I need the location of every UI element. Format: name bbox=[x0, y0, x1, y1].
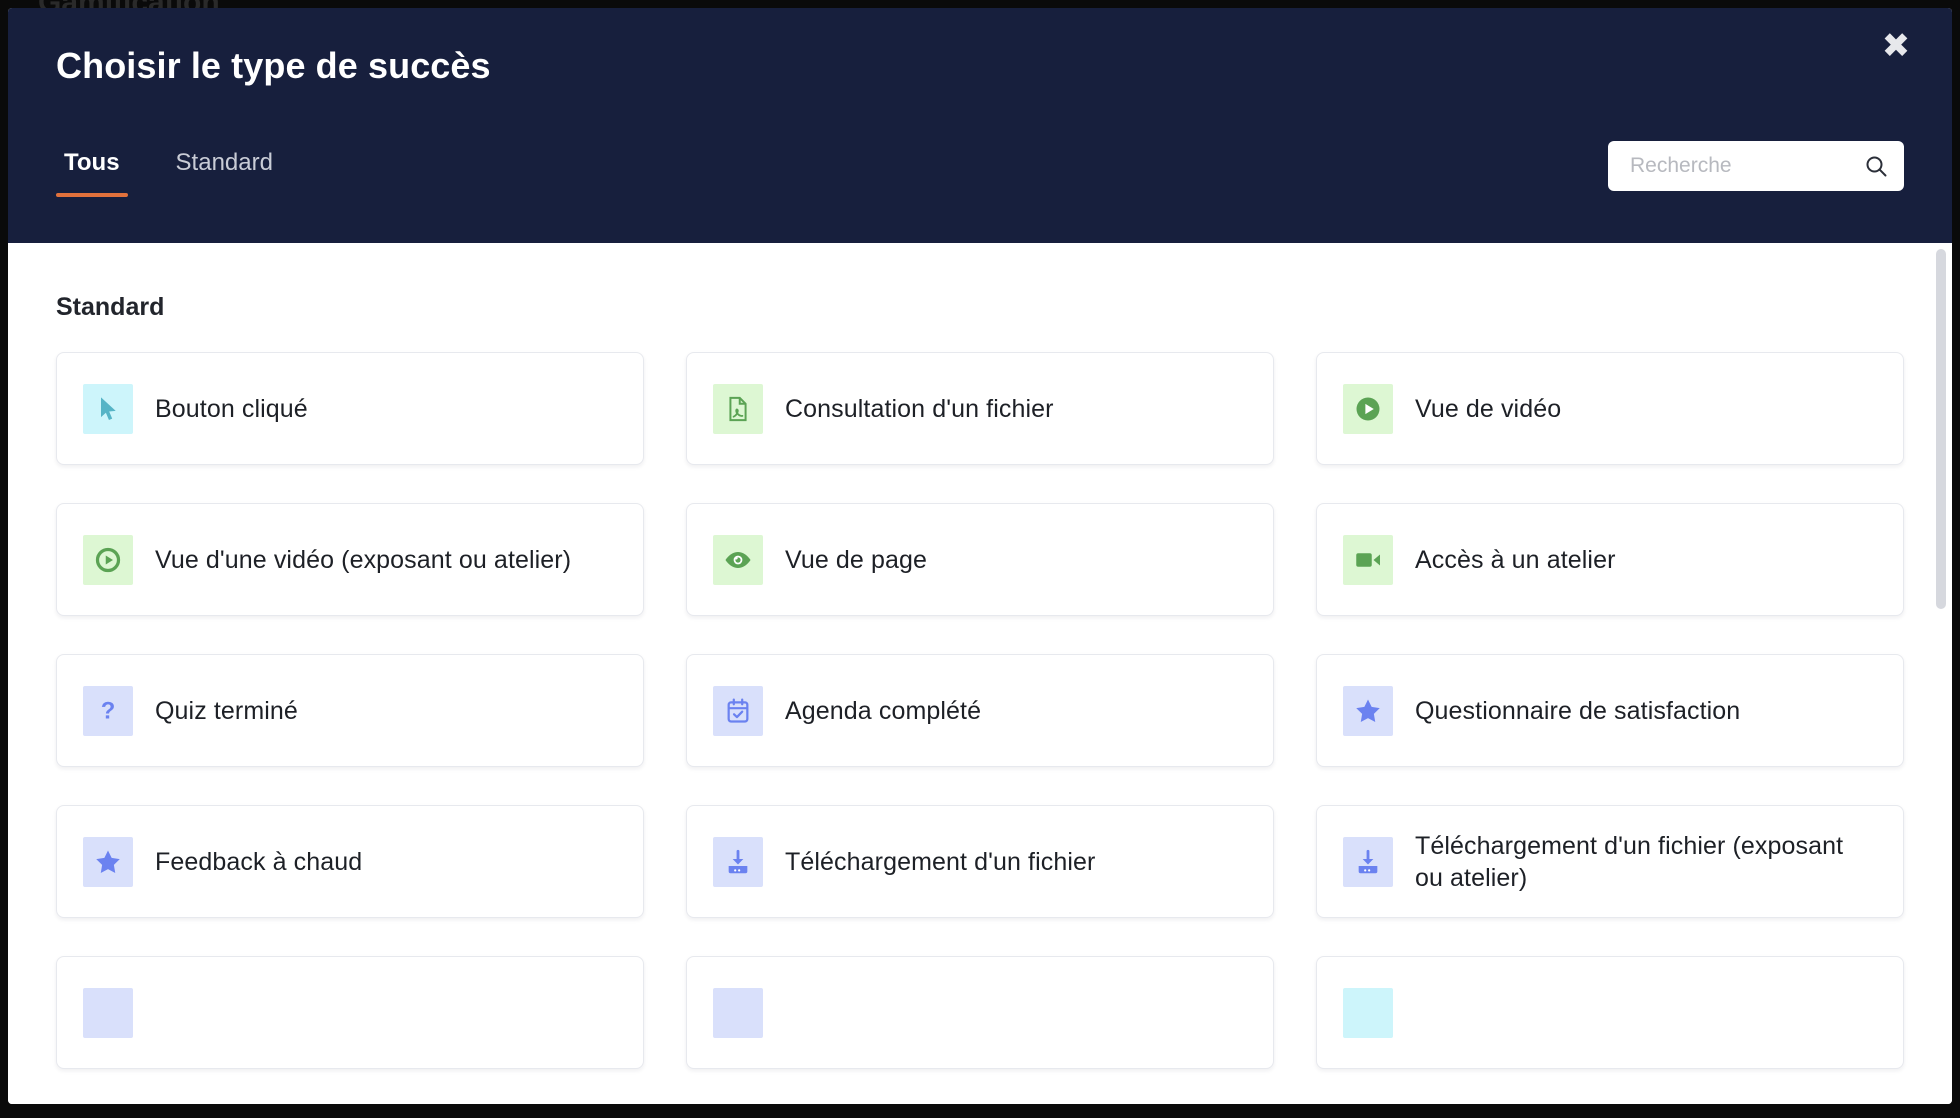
card-partial-3[interactable] bbox=[1316, 956, 1904, 1069]
card-vue-de-video[interactable]: Vue de vidéo bbox=[1316, 352, 1904, 465]
calendar-check-icon bbox=[713, 686, 763, 736]
page-title: Choisir le type de succès bbox=[56, 44, 1904, 87]
pdf-file-icon bbox=[713, 384, 763, 434]
play-outline-icon bbox=[83, 535, 133, 585]
card-acces-atelier[interactable]: Accès à un atelier bbox=[1316, 503, 1904, 616]
svg-text:?: ? bbox=[101, 697, 116, 724]
card-consultation-fichier[interactable]: Consultation d'un fichier bbox=[686, 352, 1274, 465]
search-box bbox=[1608, 141, 1904, 191]
card-partial-2[interactable] bbox=[686, 956, 1274, 1069]
card-label: Bouton cliqué bbox=[155, 393, 308, 425]
scrollbar-track[interactable] bbox=[1936, 249, 1946, 1098]
tab-standard[interactable]: Standard bbox=[168, 149, 281, 197]
card-label: Accès à un atelier bbox=[1415, 544, 1616, 576]
download-icon bbox=[713, 837, 763, 887]
card-questionnaire-satisfaction[interactable]: Questionnaire de satisfaction bbox=[1316, 654, 1904, 767]
card-label: Téléchargement d'un fichier bbox=[785, 846, 1095, 878]
card-label: Téléchargement d'un fichier (exposant ou… bbox=[1415, 830, 1877, 894]
header-bottom-row: Tous Standard bbox=[8, 135, 1952, 243]
card-telechargement-fichier-exposant-atelier[interactable]: Téléchargement d'un fichier (exposant ou… bbox=[1316, 805, 1904, 918]
search-input[interactable] bbox=[1608, 141, 1904, 191]
question-mark-icon: ? bbox=[83, 686, 133, 736]
screen: Gamification Choisir le type de succès ✖… bbox=[0, 0, 1960, 1118]
card-label: Consultation d'un fichier bbox=[785, 393, 1054, 425]
card-label: Vue de page bbox=[785, 544, 927, 576]
cursor-icon bbox=[83, 384, 133, 434]
modal-header: Choisir le type de succès ✖ Tous Standar… bbox=[8, 8, 1952, 243]
play-circle-icon bbox=[1343, 384, 1393, 434]
modal-body: Standard Bouton cliqué bbox=[8, 243, 1952, 1104]
scrollbar-thumb[interactable] bbox=[1936, 249, 1946, 609]
modal-body-inner: Standard Bouton cliqué bbox=[8, 243, 1952, 1069]
card-label: Questionnaire de satisfaction bbox=[1415, 695, 1740, 727]
card-agenda-complete[interactable]: Agenda complété bbox=[686, 654, 1274, 767]
card-label: Vue d'une vidéo (exposant ou atelier) bbox=[155, 544, 571, 576]
eye-icon bbox=[713, 535, 763, 585]
tab-tous[interactable]: Tous bbox=[56, 149, 128, 197]
card-label: Vue de vidéo bbox=[1415, 393, 1561, 425]
card-vue-video-exposant-atelier[interactable]: Vue d'une vidéo (exposant ou atelier) bbox=[56, 503, 644, 616]
section-title-standard: Standard bbox=[56, 293, 1904, 322]
hidden-icon bbox=[713, 988, 763, 1038]
card-quiz-termine[interactable]: ? Quiz terminé bbox=[56, 654, 644, 767]
choose-success-type-modal: Choisir le type de succès ✖ Tous Standar… bbox=[8, 8, 1952, 1104]
card-partial-1[interactable] bbox=[56, 956, 644, 1069]
video-camera-icon bbox=[1343, 535, 1393, 585]
card-telechargement-fichier[interactable]: Téléchargement d'un fichier bbox=[686, 805, 1274, 918]
card-feedback-a-chaud[interactable]: Feedback à chaud bbox=[56, 805, 644, 918]
hidden-icon bbox=[83, 988, 133, 1038]
card-label: Agenda complété bbox=[785, 695, 981, 727]
card-label: Quiz terminé bbox=[155, 695, 298, 727]
star-icon bbox=[1343, 686, 1393, 736]
card-vue-de-page[interactable]: Vue de page bbox=[686, 503, 1274, 616]
hidden-icon bbox=[1343, 988, 1393, 1038]
card-bouton-clique[interactable]: Bouton cliqué bbox=[56, 352, 644, 465]
star-icon bbox=[83, 837, 133, 887]
tab-list: Tous Standard bbox=[56, 135, 281, 197]
card-label: Feedback à chaud bbox=[155, 846, 362, 878]
download-icon bbox=[1343, 837, 1393, 887]
success-type-grid: Bouton cliqué Consultation d'un fichier bbox=[56, 352, 1904, 1069]
close-icon[interactable]: ✖ bbox=[1874, 24, 1918, 68]
